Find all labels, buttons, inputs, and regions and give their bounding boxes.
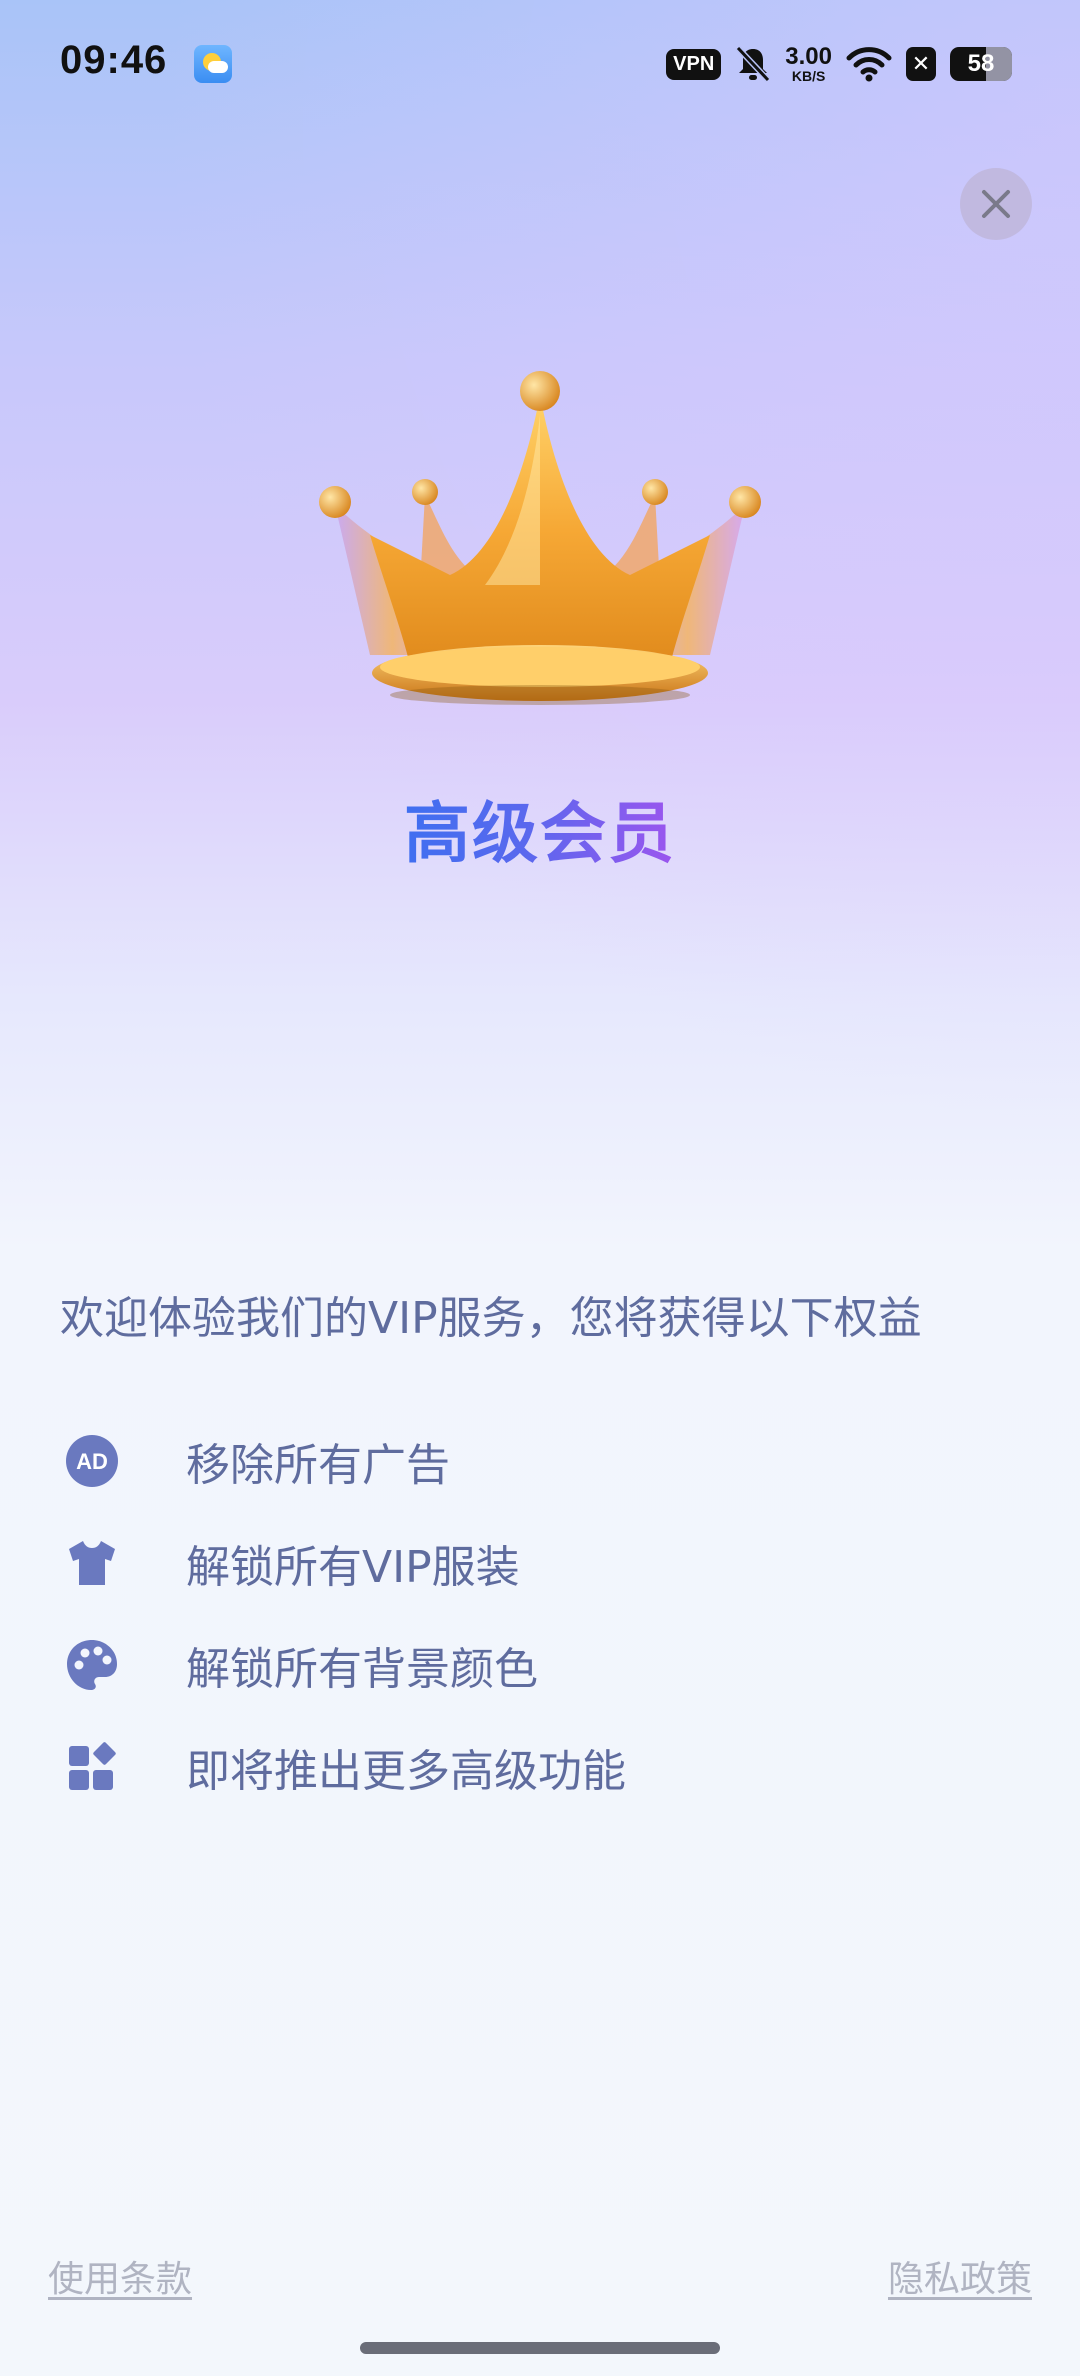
- shirt-icon: [60, 1531, 124, 1595]
- close-icon: [982, 190, 1010, 218]
- benefit-label: 解锁所有VIP服装: [186, 1542, 520, 1593]
- close-button[interactable]: [960, 168, 1032, 240]
- terms-of-use-link[interactable]: 使用条款: [48, 2250, 192, 2302]
- battery-icon: 58: [950, 47, 1012, 81]
- palette-icon: [60, 1633, 124, 1697]
- benefit-label: 移除所有广告: [186, 1440, 450, 1491]
- wifi-icon: [846, 47, 892, 82]
- status-bar: 09:46 VPN 3.00 KB/S ✕ 58: [0, 0, 1080, 130]
- ad-icon: AD: [60, 1429, 124, 1493]
- benefit-more-features: 即将推出更多高级功能: [60, 1716, 1020, 1818]
- privacy-policy-link[interactable]: 隐私政策: [888, 2250, 1032, 2302]
- intro-text: 欢迎体验我们的VIP服务，您将获得以下权益: [60, 1293, 922, 1344]
- page-title: 高级会员: [404, 795, 676, 872]
- crown-icon: [319, 371, 761, 705]
- mute-bell-icon: [736, 45, 771, 83]
- vpn-icon: VPN: [666, 48, 722, 80]
- benefit-label: 解锁所有背景颜色: [186, 1644, 538, 1695]
- benefit-remove-ads: AD 移除所有广告: [60, 1410, 1020, 1512]
- widgets-icon: [60, 1735, 124, 1799]
- benefit-vip-outfits: 解锁所有VIP服装: [60, 1512, 1020, 1614]
- benefits-list: AD 移除所有广告 解锁所有VIP服装 解锁所有背景颜色 即将推出更多高级功能: [60, 1410, 1020, 1818]
- home-indicator[interactable]: [360, 2342, 720, 2354]
- x-app-icon: ✕: [906, 47, 936, 81]
- status-time: 09:46: [60, 38, 168, 82]
- benefit-background-colors: 解锁所有背景颜色: [60, 1614, 1020, 1716]
- weather-app-icon: [194, 45, 232, 83]
- status-icons: VPN 3.00 KB/S ✕ 58: [666, 44, 1012, 84]
- network-speed: 3.00 KB/S: [785, 43, 832, 84]
- benefit-label: 即将推出更多高级功能: [186, 1746, 626, 1797]
- svg-text:AD: AD: [76, 1449, 108, 1474]
